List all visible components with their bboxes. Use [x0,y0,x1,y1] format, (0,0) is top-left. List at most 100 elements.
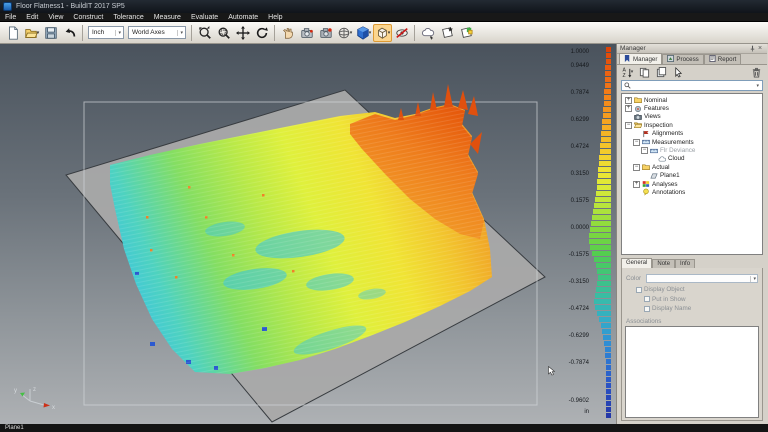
menu-automate[interactable]: Automate [223,13,263,22]
box-view-button[interactable]: ▾ [373,23,392,42]
tree-item-nominal[interactable]: + Nominal [622,96,762,104]
tree-item-annotations[interactable]: Annotations [622,188,762,197]
tab-report[interactable]: Report [703,54,742,64]
hide-object-button[interactable] [392,24,411,42]
tree-item-flr-deviance[interactable]: − Flr Deviance [622,146,762,155]
colorbar-tick: -0.1575 [568,252,589,258]
tree-item-actual[interactable]: − Actual [622,163,762,171]
menu-measure[interactable]: Measure [149,13,186,22]
tree-item-plane1[interactable]: Plane1 [622,172,762,180]
z-axis-label: z [33,387,36,393]
capture-image-button[interactable] [297,24,316,42]
object-tree: + Nominal + Features Views − Inspection Alignme… [621,93,763,255]
expand-toggle[interactable]: − [633,163,640,171]
3d-viewport[interactable]: z y x 1.0000 0.9449 0.7874 0.6299 0.4724 0.31… [0,44,616,424]
shaded-view-button[interactable]: ▾ [354,24,373,42]
grab-view-button[interactable] [278,24,297,42]
detail-tab-bar: General Note Info [621,258,763,268]
associations-list[interactable] [625,325,759,418]
expand-toggle[interactable]: + [625,105,632,113]
tree-item-features[interactable]: + Features [622,104,762,113]
tree-item-measurements[interactable]: − Measurements [622,138,762,146]
detail-tab-note[interactable]: Note [652,259,676,268]
histogram-bin [597,311,611,316]
histogram-bin [595,305,611,310]
application-window: Floor Flatness1 - BuildIT 2017 SP5 File E… [0,0,768,432]
sort-az-button[interactable]: A Z ▾ [620,66,635,78]
record-video-button[interactable] [316,24,335,42]
histogram-bin [591,221,611,226]
tab-process[interactable]: Process [662,54,704,64]
color-dropdown[interactable]: ▾ [646,274,758,283]
cloud-tool-button[interactable] [418,24,437,42]
polygon-fill-tool-button[interactable] [456,24,475,42]
detail-tab-general[interactable]: General [621,258,653,268]
duplicate-item-button[interactable] [654,66,669,78]
histogram-bin [604,101,611,106]
status-text: Plane1 [5,425,24,431]
histogram-bin [602,119,611,124]
menu-help[interactable]: Help [263,13,287,22]
copy-item-button[interactable] [637,66,652,78]
search-dropdown-caret[interactable]: ▾ [754,83,760,89]
new-document-button[interactable] [3,24,22,42]
checkbox-display-object[interactable]: Display Object [636,285,760,295]
rotate-view-button[interactable] [252,24,271,42]
histogram-bin [604,341,611,346]
x-axis-label: x [52,405,55,411]
histogram-bin [602,125,611,130]
axes-select[interactable]: World Axes ▾ [128,26,186,39]
colorbar-tick: 0.1575 [570,198,589,204]
histogram-bin [604,95,611,100]
tree-item-cloud[interactable]: Cloud [622,155,762,163]
tab-manager[interactable]: Manager [619,53,663,64]
close-icon[interactable]: × [756,45,764,53]
expand-toggle[interactable]: − [633,138,640,146]
colorbar-tick: 1.0000 [570,49,589,55]
camera-icon [634,113,642,121]
report-tab-icon [709,55,716,64]
expand-toggle[interactable]: − [641,147,648,155]
manager-tab-icon [624,54,631,64]
menu-evaluate[interactable]: Evaluate [186,13,223,22]
measure-icon [642,138,650,146]
undo-button[interactable] [60,24,79,42]
polygon-star-tool-button[interactable] [437,24,456,42]
pin-icon[interactable] [748,45,756,53]
zoom-selection-button[interactable] [214,24,233,42]
tree-item-alignments[interactable]: Alignments [622,130,762,138]
tree-item-analyses[interactable]: + Analyses [622,180,762,188]
histogram-bin [590,227,611,232]
menu-file[interactable]: File [0,13,21,22]
menu-construct[interactable]: Construct [68,13,108,22]
histogram-bin [603,113,611,118]
tree-item-inspection[interactable]: − Inspection [622,121,762,129]
histogram-bin [606,371,611,376]
select-arrow-button[interactable] [671,66,686,78]
zoom-window-button[interactable] [195,24,214,42]
histogram-bin [606,401,611,406]
expand-toggle[interactable]: + [633,180,640,188]
detail-tab-info[interactable]: Info [675,259,696,268]
unit-select[interactable]: Inch ▾ [88,26,124,39]
checkbox-put-in-show[interactable]: Put in Show [644,295,760,305]
menu-view[interactable]: View [43,13,68,22]
expand-toggle[interactable]: + [625,96,632,104]
analyses-icon [642,180,650,188]
pan-view-button[interactable] [233,24,252,42]
save-document-button[interactable] [41,24,60,42]
menu-tolerance[interactable]: Tolerance [108,13,148,22]
delete-item-button[interactable] [749,66,764,78]
menu-edit[interactable]: Edit [21,13,43,22]
checkbox-display-name[interactable]: Display Name [644,304,760,314]
features-icon [634,105,642,113]
tree-item-views[interactable]: Views [622,113,762,121]
histogram-bin [596,263,611,268]
histogram-bin [603,107,611,112]
histogram-bin [593,209,611,214]
expand-toggle[interactable]: − [625,121,632,129]
render-mode-button[interactable]: ▾ [335,24,354,42]
histogram-bin [599,317,611,322]
search-box[interactable]: ▾ [621,80,763,91]
open-document-button[interactable]: ▾ [22,24,41,42]
